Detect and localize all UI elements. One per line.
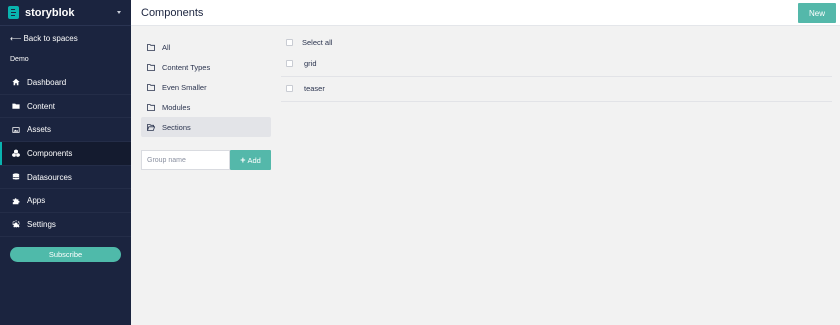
- sidebar-item-components[interactable]: Components: [0, 142, 131, 166]
- add-group-label: Add: [247, 155, 261, 165]
- sidebar-item-assets[interactable]: Assets: [0, 118, 131, 143]
- sidebar-item-label: Settings: [27, 219, 56, 229]
- select-all-label: Select all: [302, 37, 333, 47]
- brand-name: storyblok: [25, 6, 75, 19]
- sidebar-item-content[interactable]: Content: [0, 95, 131, 119]
- group-item-even-smaller[interactable]: Even Smaller: [141, 77, 271, 97]
- component-name: grid: [304, 58, 317, 68]
- group-name-input[interactable]: [141, 150, 230, 170]
- component-groups: All Content Types Even Smaller Modules S…: [141, 37, 271, 137]
- sidebar-item-apps[interactable]: Apps: [0, 189, 131, 214]
- gear-icon: [11, 219, 21, 229]
- sidebar-item-label: Datasources: [27, 172, 72, 182]
- group-item-content-types[interactable]: Content Types: [141, 57, 271, 77]
- row-checkbox[interactable]: [286, 59, 293, 67]
- subscribe-button[interactable]: Subscribe: [10, 247, 121, 262]
- sidebar: storyblok ⟵ Back to spaces Demo Dashboar…: [0, 0, 131, 325]
- arrow-left-icon: ⟵: [10, 34, 22, 43]
- sidebar-item-label: Components: [27, 148, 73, 158]
- group-item-label: Sections: [162, 122, 191, 132]
- caret-down-icon[interactable]: [117, 11, 121, 14]
- sidebar-item-label: Apps: [27, 196, 46, 206]
- select-all-checkbox[interactable]: [286, 38, 293, 46]
- folder-icon: [11, 101, 21, 111]
- back-to-spaces-link[interactable]: ⟵ Back to spaces: [10, 34, 78, 43]
- components-list: Select all grid teaser: [281, 33, 832, 102]
- group-item-label: Modules: [162, 102, 191, 112]
- new-group-form: + Add: [141, 150, 271, 170]
- folder-outline-icon: [147, 103, 156, 111]
- database-icon: [11, 172, 21, 182]
- new-component-button[interactable]: New: [798, 3, 836, 23]
- plus-icon: +: [240, 154, 246, 165]
- group-item-label: All: [162, 42, 171, 52]
- sidebar-item-dashboard[interactable]: Dashboard: [0, 71, 131, 95]
- group-item-label: Content Types: [162, 62, 211, 72]
- select-all-row[interactable]: Select all: [281, 33, 832, 51]
- component-name: teaser: [304, 84, 325, 94]
- group-item-sections[interactable]: Sections: [141, 117, 271, 137]
- folder-open-icon: [147, 123, 156, 131]
- folder-outline-icon: [147, 43, 156, 51]
- space-switcher[interactable]: storyblok: [0, 0, 131, 26]
- storyblok-logo-icon: [8, 6, 19, 19]
- puzzle-icon: [11, 196, 21, 206]
- sidebar-nav: Dashboard Content Assets Components Data…: [0, 71, 131, 237]
- page-title: Components: [141, 7, 204, 19]
- folder-outline-icon: [147, 63, 156, 71]
- top-bar: Components New: [131, 0, 840, 26]
- image-icon: [11, 125, 21, 135]
- list-item[interactable]: grid: [281, 51, 832, 77]
- row-checkbox[interactable]: [286, 85, 293, 93]
- back-to-spaces-label: Back to spaces: [23, 34, 78, 43]
- sidebar-item-label: Dashboard: [27, 77, 67, 87]
- group-item-label: Even Smaller: [162, 82, 207, 92]
- sidebar-item-settings[interactable]: Settings: [0, 213, 131, 237]
- home-icon: [11, 77, 21, 87]
- folder-outline-icon: [147, 83, 156, 91]
- list-item[interactable]: teaser: [281, 77, 832, 102]
- group-item-modules[interactable]: Modules: [141, 97, 271, 117]
- sidebar-item-label: Assets: [27, 125, 52, 135]
- sidebar-item-datasources[interactable]: Datasources: [0, 166, 131, 190]
- space-name: Demo: [10, 56, 29, 63]
- sidebar-item-label: Content: [27, 101, 56, 111]
- cubes-icon: [11, 148, 21, 158]
- group-item-all[interactable]: All: [141, 37, 271, 57]
- add-group-button[interactable]: + Add: [230, 150, 271, 170]
